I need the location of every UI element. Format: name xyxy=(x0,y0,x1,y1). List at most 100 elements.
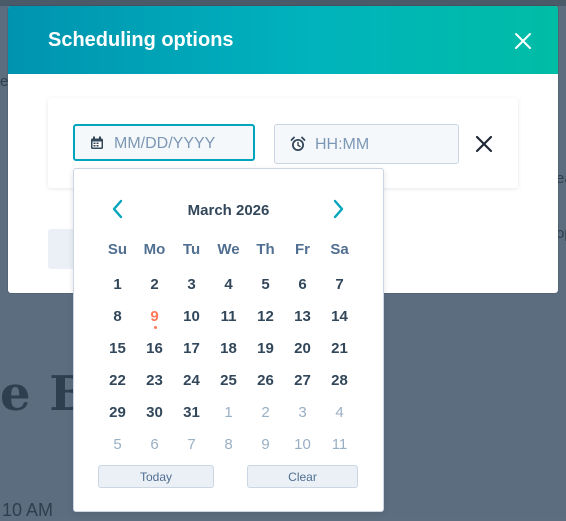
calendar-day[interactable]: 26 xyxy=(247,366,284,396)
calendar-day-number: 9 xyxy=(150,308,159,325)
clear-button[interactable]: Clear xyxy=(247,465,358,488)
calendar-day[interactable]: 17 xyxy=(173,334,210,364)
calendar-day-number: 12 xyxy=(257,308,274,325)
calendar-day-number: 7 xyxy=(335,276,344,293)
calendar-day-number: 7 xyxy=(187,436,196,453)
calendar-day[interactable]: 2 xyxy=(247,398,284,428)
time-input-placeholder: HH:MM xyxy=(315,136,370,153)
calendar-day[interactable]: 30 xyxy=(136,398,173,428)
calendar-day-number: 13 xyxy=(294,308,311,325)
calendar-day-number: 19 xyxy=(257,340,274,357)
calendar-day-number: 25 xyxy=(220,372,237,389)
calendar-day[interactable]: 25 xyxy=(210,366,247,396)
calendar-day[interactable]: 9 xyxy=(247,430,284,460)
close-modal-button[interactable] xyxy=(508,26,538,56)
calendar-day[interactable]: 14 xyxy=(321,302,358,332)
calendar-day[interactable]: 3 xyxy=(173,270,210,300)
calendar-day[interactable]: 6 xyxy=(284,270,321,300)
calendar-day-number: 4 xyxy=(335,404,344,421)
calendar-day[interactable]: 16 xyxy=(136,334,173,364)
calendar-day-number: 10 xyxy=(294,436,311,453)
calendar-day-number: 1 xyxy=(224,404,233,421)
calendar-day[interactable]: 10 xyxy=(284,430,321,460)
calendar-day-number: 28 xyxy=(331,372,348,389)
calendar-day[interactable]: 22 xyxy=(99,366,136,396)
alarm-clock-icon xyxy=(290,136,306,157)
calendar-day-number: 2 xyxy=(150,276,159,293)
calendar-day-number: 8 xyxy=(113,308,122,325)
calendar-day[interactable]: 8 xyxy=(210,430,247,460)
calendar-day[interactable]: 7 xyxy=(173,430,210,460)
chevron-right-icon xyxy=(333,199,344,219)
next-month-button[interactable] xyxy=(326,197,350,221)
calendar-day-number: 30 xyxy=(146,404,163,421)
close-icon xyxy=(515,33,531,49)
calendar-day-number: 5 xyxy=(113,436,122,453)
clear-schedule-button[interactable] xyxy=(472,132,496,156)
calendar-day-number: 9 xyxy=(261,436,270,453)
calendar-day[interactable]: 5 xyxy=(247,270,284,300)
calendar-day-number: 4 xyxy=(224,276,233,293)
calendar-day-number: 8 xyxy=(224,436,233,453)
calendar-day[interactable]: 31 xyxy=(173,398,210,428)
weekday-label: Sa xyxy=(330,241,349,258)
calendar-day-number: 22 xyxy=(109,372,126,389)
calendar-day-number: 20 xyxy=(294,340,311,357)
close-icon xyxy=(475,135,493,153)
date-picker-calendar: March 2026 Su Mo Tu We Th Fr Sa 1 2 3 4 5 6 7 8 9 10 11 1… xyxy=(73,168,384,512)
weekday-label: Mo xyxy=(143,241,166,258)
calendar-day[interactable]: 28 xyxy=(321,366,358,396)
calendar-icon xyxy=(90,136,104,155)
calendar-day-number: 11 xyxy=(331,436,348,453)
calendar-day[interactable]: 20 xyxy=(284,334,321,364)
calendar-day-number: 3 xyxy=(187,276,196,293)
modal-header: Scheduling options xyxy=(8,6,558,74)
calendar-day[interactable]: 12 xyxy=(247,302,284,332)
calendar-day[interactable]: 11 xyxy=(321,430,358,460)
calendar-day[interactable]: 4 xyxy=(321,398,358,428)
calendar-day[interactable]: 3 xyxy=(284,398,321,428)
calendar-day[interactable]: 21 xyxy=(321,334,358,364)
time-input[interactable]: HH:MM xyxy=(274,124,459,164)
calendar-day[interactable]: 24 xyxy=(173,366,210,396)
calendar-day-number: 11 xyxy=(220,308,237,325)
calendar-day-number: 24 xyxy=(183,372,200,389)
weekday-label: We xyxy=(217,241,240,258)
calendar-day-today[interactable]: 9 xyxy=(136,302,173,332)
calendar-day-number: 15 xyxy=(109,340,126,357)
calendar-day[interactable]: 19 xyxy=(247,334,284,364)
date-input[interactable]: MM/DD/YYYY xyxy=(73,124,255,161)
calendar-day-number: 27 xyxy=(294,372,311,389)
calendar-day-number: 10 xyxy=(183,308,200,325)
calendar-day[interactable]: 6 xyxy=(136,430,173,460)
calendar-day-number: 29 xyxy=(109,404,126,421)
weekday-label: Fr xyxy=(295,241,310,258)
background-time: 10 AM xyxy=(2,500,54,520)
calendar-day[interactable]: 4 xyxy=(210,270,247,300)
calendar-day[interactable]: 13 xyxy=(284,302,321,332)
calendar-day[interactable]: 1 xyxy=(210,398,247,428)
calendar-day-number: 2 xyxy=(261,404,270,421)
calendar-day[interactable]: 7 xyxy=(321,270,358,300)
modal-title: Scheduling options xyxy=(48,29,234,51)
calendar-day[interactable]: 15 xyxy=(99,334,136,364)
calendar-day[interactable]: 23 xyxy=(136,366,173,396)
calendar-day[interactable]: 18 xyxy=(210,334,247,364)
calendar-day[interactable]: 2 xyxy=(136,270,173,300)
calendar-day[interactable]: 1 xyxy=(99,270,136,300)
weekday-label: Th xyxy=(256,241,275,258)
calendar-day-number: 23 xyxy=(146,372,163,389)
calendar-day[interactable]: 10 xyxy=(173,302,210,332)
calendar-day[interactable]: 29 xyxy=(99,398,136,428)
calendar-day-number: 1 xyxy=(113,276,122,293)
calendar-day-number: 18 xyxy=(220,340,237,357)
calendar-day[interactable]: 11 xyxy=(210,302,247,332)
today-button[interactable]: Today xyxy=(98,465,214,488)
calendar-day[interactable]: 5 xyxy=(99,430,136,460)
weekday-label: Tu xyxy=(182,241,201,258)
calendar-day[interactable]: 27 xyxy=(284,366,321,396)
calendar-day[interactable]: 8 xyxy=(99,302,136,332)
calendar-day-number: 14 xyxy=(331,308,348,325)
today-indicator-dot xyxy=(154,326,157,329)
calendar-day-number: 5 xyxy=(261,276,270,293)
